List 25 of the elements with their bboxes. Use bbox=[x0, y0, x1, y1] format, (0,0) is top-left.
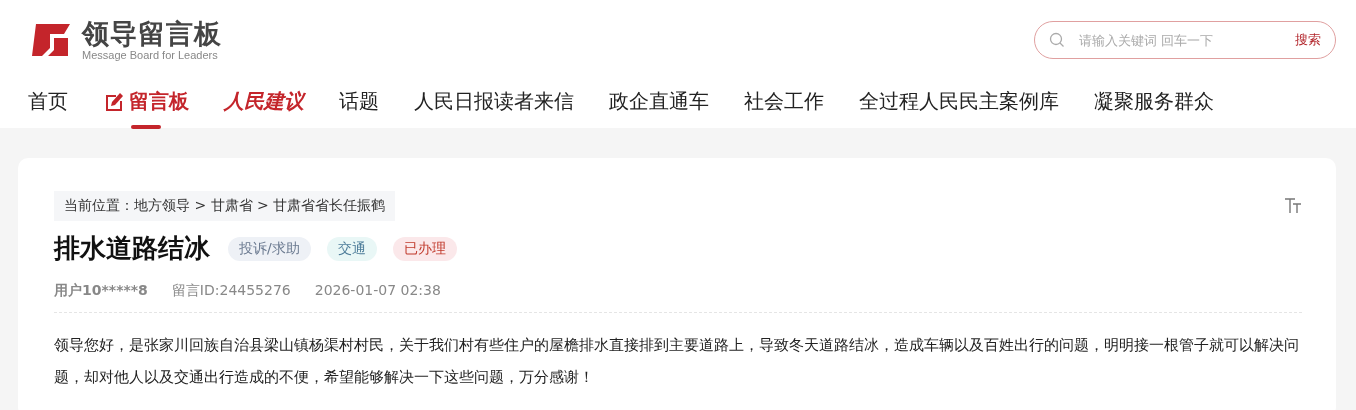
nav-tab[interactable]: 凝聚服务群众 bbox=[1094, 84, 1214, 129]
nav-tab[interactable]: 人民建议 bbox=[224, 84, 304, 129]
user-name: 用户10*****8 bbox=[54, 282, 148, 300]
tag: 已办理 bbox=[392, 236, 457, 261]
breadcrumb: 当前位置：地方领导 > 甘肃省 > 甘肃省省长任振鹤 bbox=[54, 191, 396, 221]
edit-icon bbox=[103, 90, 125, 113]
active-underline bbox=[131, 125, 161, 129]
search-icon bbox=[1049, 32, 1065, 48]
tag: 交通 bbox=[326, 236, 377, 261]
message-id: 留言ID:24455276 bbox=[171, 282, 291, 300]
nav-tab[interactable]: 社会工作 bbox=[744, 84, 824, 129]
nav-tab[interactable]: 首页 bbox=[28, 84, 68, 129]
search-button[interactable]: 搜索 bbox=[1295, 31, 1321, 49]
logo-subtitle: Message Board for Leaders bbox=[82, 49, 219, 61]
logo-title: 领导留言板 bbox=[82, 19, 222, 49]
message-title: 排水道路结冰 bbox=[54, 232, 210, 265]
nav-tab[interactable]: 全过程人民民主案例库 bbox=[859, 84, 1059, 129]
nav-tab[interactable]: 留言板 bbox=[103, 84, 189, 129]
nav-tab[interactable]: 话题 bbox=[339, 84, 379, 129]
timestamp: 2026-01-07 02:38 bbox=[314, 282, 441, 300]
font-size-icon[interactable] bbox=[1284, 198, 1302, 214]
tag: 投诉/求助 bbox=[228, 236, 311, 261]
nav-tab[interactable]: 政企直通车 bbox=[609, 84, 709, 129]
nav-tab[interactable]: 人民日报读者来信 bbox=[414, 84, 574, 129]
message-body: 领导您好，是张家川回族自治县梁山镇杨渠村村民，关于我们村有些住户的屋檐排水直接排到主要道路上，导致冬天道路结冰，造成车辆以及百姓出行的问题，明明接一根管子就可以解决问题，却对他人以及交通出行造成的不便，希望能够解决一下这些问题，万分感谢！ bbox=[54, 335, 1300, 388]
